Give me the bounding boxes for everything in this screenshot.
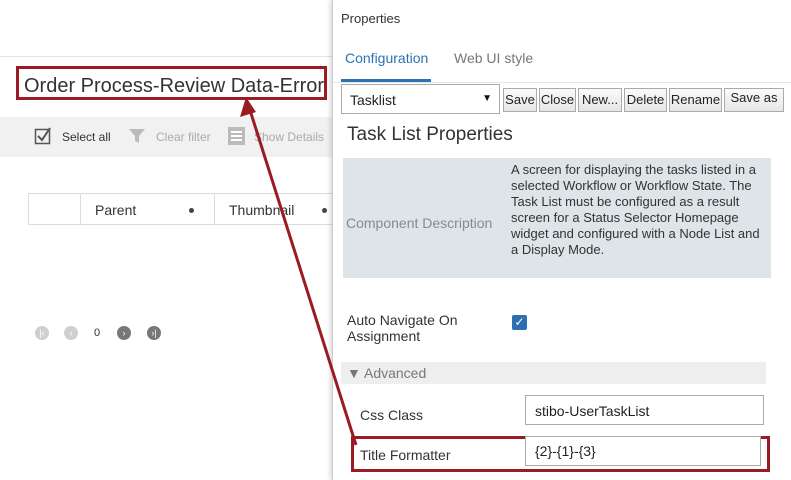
properties-panel: Properties Configuration Web UI style Ta… xyxy=(332,0,791,480)
column-menu-icon[interactable] xyxy=(189,208,194,213)
clear-filter-button[interactable]: Clear filter xyxy=(128,117,211,157)
component-description-text: A screen for displaying the tasks listed… xyxy=(511,162,760,257)
css-class-label: Css Class xyxy=(360,407,424,423)
new-button[interactable]: New... xyxy=(578,88,622,112)
column-divider xyxy=(214,194,215,224)
select-all-label: Select all xyxy=(62,130,111,144)
save-button[interactable]: Save xyxy=(503,88,537,112)
column-divider xyxy=(80,194,81,224)
tab-configuration[interactable]: Configuration xyxy=(345,50,428,66)
section-title: Task List Properties xyxy=(347,124,513,145)
title-formatter-label: Title Formatter xyxy=(360,447,451,463)
checkbox-list-icon xyxy=(34,126,54,149)
tab-divider xyxy=(333,82,791,83)
component-select[interactable]: Tasklist ▼ xyxy=(341,84,500,114)
header-divider xyxy=(0,56,332,57)
component-select-value: Tasklist xyxy=(350,92,396,108)
auto-navigate-checkbox[interactable]: ✓ xyxy=(512,315,527,330)
panel-title: Properties xyxy=(341,11,401,26)
delete-button[interactable]: Delete xyxy=(624,88,667,112)
column-menu-icon[interactable] xyxy=(322,208,327,213)
filter-icon xyxy=(128,126,148,149)
title-formatter-input[interactable]: {2}-{1}-{3} xyxy=(525,436,761,466)
grid-header: Parent Thumbnail xyxy=(28,193,338,225)
column-header-parent[interactable]: Parent xyxy=(95,202,136,218)
toolbar: Select all Clear filter Show Details xyxy=(0,117,332,157)
advanced-section-toggle[interactable]: ▼ Advanced xyxy=(341,362,766,384)
last-page-icon[interactable]: ›| xyxy=(147,326,161,340)
screen: Order Process-Review Data-Error Select a… xyxy=(0,0,791,480)
chevron-down-icon: ▼ xyxy=(482,93,492,104)
active-tab-indicator xyxy=(341,79,431,82)
save-as-button[interactable]: Save as xyxy=(724,88,784,112)
show-details-button[interactable]: Show Details xyxy=(228,117,324,157)
select-all-button[interactable]: Select all xyxy=(34,117,111,157)
next-page-icon[interactable]: › xyxy=(117,326,131,340)
page-number: 0 xyxy=(94,327,101,339)
first-page-icon[interactable]: |‹ xyxy=(35,326,49,340)
advanced-label: Advanced xyxy=(363,365,427,381)
clear-filter-label: Clear filter xyxy=(156,130,211,144)
tab-web-ui-style[interactable]: Web UI style xyxy=(454,50,533,66)
component-description-label: Component Description xyxy=(346,215,493,231)
close-button[interactable]: Close xyxy=(539,88,576,112)
show-details-label: Show Details xyxy=(254,130,325,144)
page-title-highlight xyxy=(16,66,327,100)
details-icon xyxy=(228,126,246,149)
rename-button[interactable]: Rename xyxy=(669,88,722,112)
css-class-input[interactable]: stibo-UserTaskList xyxy=(525,395,764,425)
triangle-down-icon: ▼ xyxy=(347,365,361,381)
component-description: Component Description A screen for displ… xyxy=(343,158,771,278)
auto-navigate-label: Auto Navigate On Assignment xyxy=(347,312,458,344)
column-header-thumbnail[interactable]: Thumbnail xyxy=(229,202,294,218)
prev-page-icon[interactable]: ‹ xyxy=(64,326,78,340)
